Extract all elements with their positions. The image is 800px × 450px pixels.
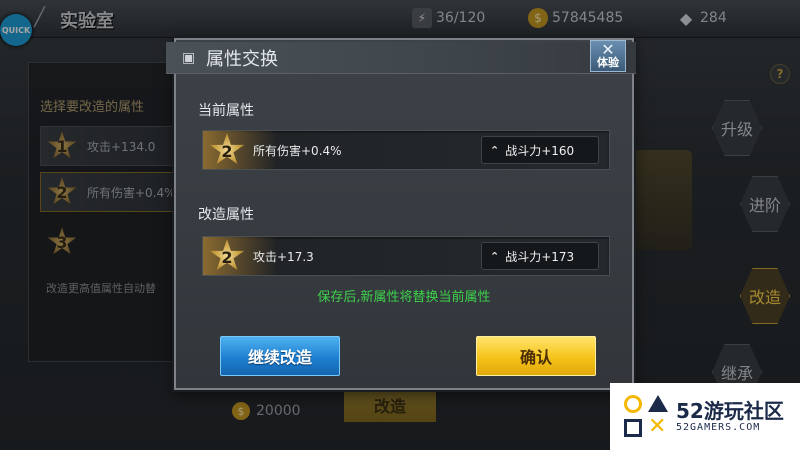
close-icon: ✕ (601, 40, 615, 59)
watermark-main-text: 52游玩社区 (676, 399, 784, 423)
replace-notice: 保存后,新属性将替换当前属性 (317, 290, 491, 305)
square-icon (624, 418, 642, 437)
current-attribute-text: 所有伤害+0.4% (253, 144, 342, 158)
close-tag: 体验 (597, 56, 619, 69)
dialog-header: ▣ 属性交换 ✕ 体验 (166, 40, 636, 74)
triangle-icon (648, 394, 668, 412)
attribute-swap-dialog: ▣ 属性交换 ✕ 体验 当前属性 2 所有伤害+0.4% ⌃ 战斗力+160 改… (166, 38, 636, 390)
power-up-icon: ⌃ (490, 143, 500, 157)
current-attribute-bar: 2 所有伤害+0.4% ⌃ 战斗力+160 (202, 130, 610, 170)
dialog-title: 属性交换 (206, 48, 278, 70)
modified-attribute-bar: 2 攻击+17.3 ⌃ 战斗力+173 (202, 236, 610, 276)
confirm-button[interactable]: 确认 (476, 336, 596, 376)
modified-attribute-text: 攻击+17.3 (253, 250, 314, 264)
power-up-icon: ⌃ (490, 249, 500, 263)
current-power-text: 战斗力+160 (505, 143, 575, 158)
watermark-sub-text: 52GAMERS.COM (676, 422, 761, 433)
continue-modify-button[interactable]: 继续改造 (220, 336, 340, 376)
modified-attribute-label: 改造属性 (198, 207, 254, 223)
current-attribute-label: 当前属性 (198, 103, 254, 119)
modified-power-box: ⌃ 战斗力+173 (481, 242, 599, 270)
close-button[interactable]: ✕ 体验 (590, 40, 626, 72)
cross-icon: ✕ (648, 413, 667, 439)
cube-icon: ▣ (182, 49, 196, 66)
watermark-text: 52游玩社区 52GAMERS.COM (676, 400, 784, 433)
site-watermark: ✕ 52游玩社区 52GAMERS.COM (610, 383, 800, 450)
circle-icon (624, 394, 642, 413)
modified-power-text: 战斗力+173 (505, 249, 575, 264)
watermark-logo: ✕ (624, 394, 668, 439)
current-power-box: ⌃ 战斗力+160 (481, 136, 599, 164)
